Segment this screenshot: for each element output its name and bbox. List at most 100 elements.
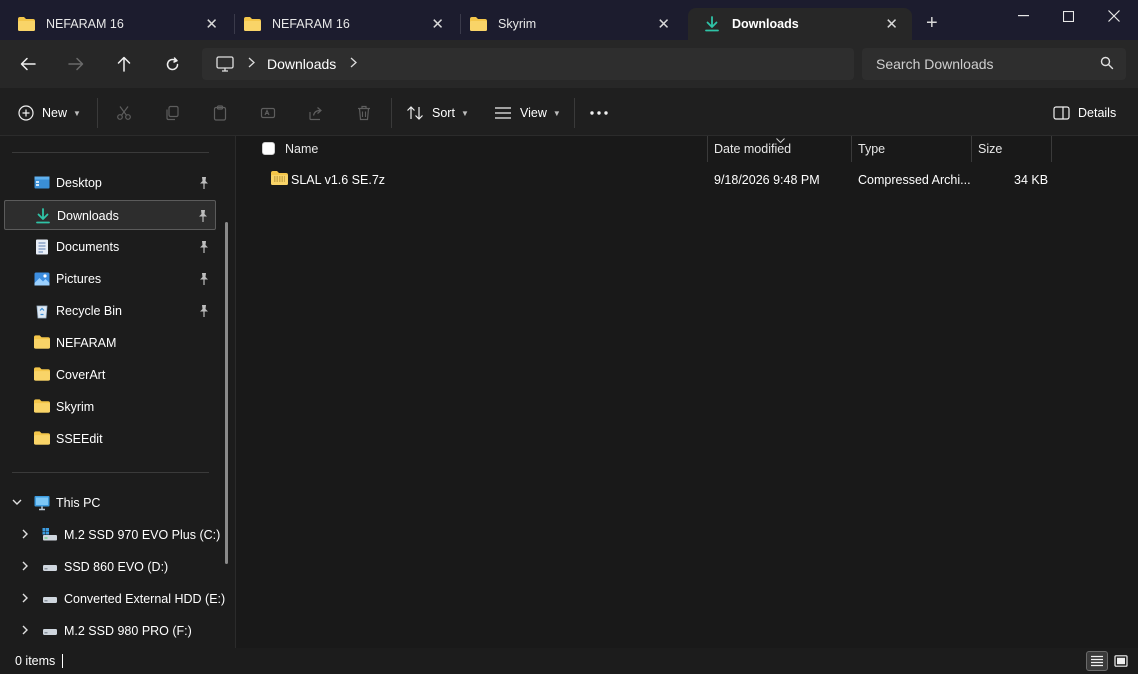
forward-button[interactable] [60, 50, 92, 78]
drive-icon [42, 623, 58, 639]
drive-icon [42, 591, 58, 607]
sidebar-item-pictures[interactable]: Pictures [4, 264, 216, 294]
column-divider[interactable] [1051, 136, 1052, 162]
tab-nefaram-16-a[interactable]: NEFARAM 16 ✕ [2, 8, 232, 40]
close-icon[interactable]: ✕ [885, 15, 898, 33]
column-label: Date modified [714, 142, 792, 156]
column-divider[interactable] [851, 136, 852, 162]
sort-label: Sort [432, 106, 455, 120]
folder-icon [470, 17, 488, 31]
drive-icon [42, 559, 58, 575]
sidebar-item-drive-f[interactable]: M.2 SSD 980 PRO (F:) [4, 616, 216, 646]
computer-icon [216, 56, 234, 72]
sidebar-item-drive-c[interactable]: M.2 SSD 970 EVO Plus (C:) [4, 520, 220, 550]
file-row[interactable]: SLAL v1.6 SE.7z 9/18/2026 9:48 PM Compre… [237, 165, 1057, 193]
system-drive-icon [42, 527, 58, 543]
close-icon[interactable]: ✕ [205, 15, 218, 33]
new-button[interactable]: New ▼ [18, 100, 81, 126]
sidebar-item-nefaram[interactable]: NEFARAM [4, 328, 216, 358]
up-button[interactable] [108, 50, 140, 78]
command-divider [97, 98, 98, 128]
sidebar-item-documents[interactable]: Documents [4, 232, 216, 262]
sidebar-item-skyrim[interactable]: Skyrim [4, 392, 216, 422]
chevron-right-icon[interactable] [248, 57, 255, 71]
file-size: 34 KB [1014, 173, 1049, 187]
column-header-size[interactable]: Size [978, 136, 1050, 162]
back-button[interactable] [12, 50, 44, 78]
sidebar-item-label: M.2 SSD 970 EVO Plus (C:) [64, 528, 221, 542]
search-input[interactable] [876, 56, 1086, 72]
more-icon [590, 111, 608, 115]
sidebar-item-label: This PC [56, 496, 101, 510]
search-icon[interactable] [1100, 56, 1114, 73]
chevron-right-icon[interactable] [20, 592, 30, 604]
new-tab-button[interactable]: + [926, 12, 938, 35]
close-icon[interactable]: ✕ [431, 15, 444, 33]
folder-icon [34, 399, 50, 415]
chevron-down-icon: ▼ [73, 108, 81, 118]
file-list: Name Date modified Type Size SLAL v1.6 S… [237, 136, 1138, 648]
sidebar-item-coverart[interactable]: CoverArt [4, 360, 216, 390]
recycle-bin-icon [34, 303, 50, 319]
copy-icon [166, 105, 179, 121]
arrow-up-icon [117, 56, 131, 72]
sidebar-item-sseedit[interactable]: SSEEdit [4, 424, 216, 454]
details-button[interactable]: Details [1053, 100, 1116, 126]
more-options-button[interactable] [589, 100, 609, 126]
chevron-down-icon: ▼ [460, 108, 469, 118]
chevron-right-icon[interactable] [20, 528, 30, 540]
sort-button[interactable]: Sort ▼ [406, 100, 469, 126]
paste-button[interactable] [209, 102, 231, 124]
column-divider[interactable] [707, 136, 708, 162]
sidebar-item-label: Desktop [56, 176, 102, 190]
view-list-icon [495, 107, 511, 119]
sidebar-item-drive-d[interactable]: SSD 860 EVO (D:) [4, 552, 216, 582]
tab-skyrim[interactable]: Skyrim ✕ [454, 8, 684, 40]
share-button[interactable] [305, 102, 327, 124]
rename-button[interactable] [257, 102, 279, 124]
chevron-right-icon[interactable] [350, 57, 358, 71]
sidebar-item-this-pc[interactable]: This PC [4, 488, 216, 518]
delete-button[interactable] [353, 102, 375, 124]
minimize-button[interactable] [1000, 0, 1046, 32]
tiles-view-button[interactable] [1110, 651, 1132, 671]
copy-button[interactable] [161, 102, 183, 124]
command-bar: New ▼ Sort ▼ View ▼ Details [0, 88, 1138, 136]
close-window-button[interactable] [1091, 0, 1137, 32]
documents-icon [34, 239, 50, 255]
status-divider [62, 654, 63, 668]
pin-icon [197, 209, 209, 223]
file-date: 9/18/2026 9:48 PM [714, 173, 820, 187]
column-divider[interactable] [971, 136, 972, 162]
column-header-name[interactable]: Name [285, 136, 705, 162]
chevron-right-icon[interactable] [20, 560, 30, 572]
close-icon[interactable]: ✕ [657, 15, 670, 33]
view-button[interactable]: View ▼ [494, 100, 561, 126]
column-header-type[interactable]: Type [858, 136, 970, 162]
address-bar[interactable]: Downloads [202, 48, 854, 80]
maximize-button[interactable] [1045, 0, 1091, 32]
sidebar-item-recycle-bin[interactable]: Recycle Bin [4, 296, 216, 326]
cut-button[interactable] [113, 102, 135, 124]
chevron-right-icon[interactable] [20, 624, 30, 636]
chevron-down-icon[interactable] [12, 496, 22, 508]
sidebar-item-label: Pictures [56, 272, 102, 286]
search-box [862, 48, 1126, 80]
plus-circle-icon [18, 105, 34, 121]
column-header-date[interactable]: Date modified [714, 136, 849, 162]
sidebar-item-desktop[interactable]: Desktop [4, 168, 216, 198]
sidebar-item-label: NEFARAM [56, 336, 117, 350]
sidebar-scrollbar[interactable] [225, 222, 228, 564]
details-view-button[interactable] [1086, 651, 1108, 671]
sidebar-item-downloads[interactable]: Downloads [4, 200, 216, 230]
breadcrumb-item[interactable]: Downloads [267, 56, 336, 72]
sidebar-item-drive-e[interactable]: Converted External HDD (E:) [4, 584, 225, 614]
tab-nefaram-16-b[interactable]: NEFARAM 16 ✕ [228, 8, 458, 40]
file-name: SLAL v1.6 SE.7z [291, 173, 386, 187]
tab-downloads[interactable]: Downloads ✕ [688, 8, 912, 40]
file-type: Compressed Archi... [858, 173, 971, 187]
column-label: Type [858, 142, 886, 156]
sidebar-item-label: Converted External HDD (E:) [64, 592, 226, 606]
select-all-checkbox[interactable] [262, 142, 275, 155]
refresh-button[interactable] [156, 50, 188, 78]
